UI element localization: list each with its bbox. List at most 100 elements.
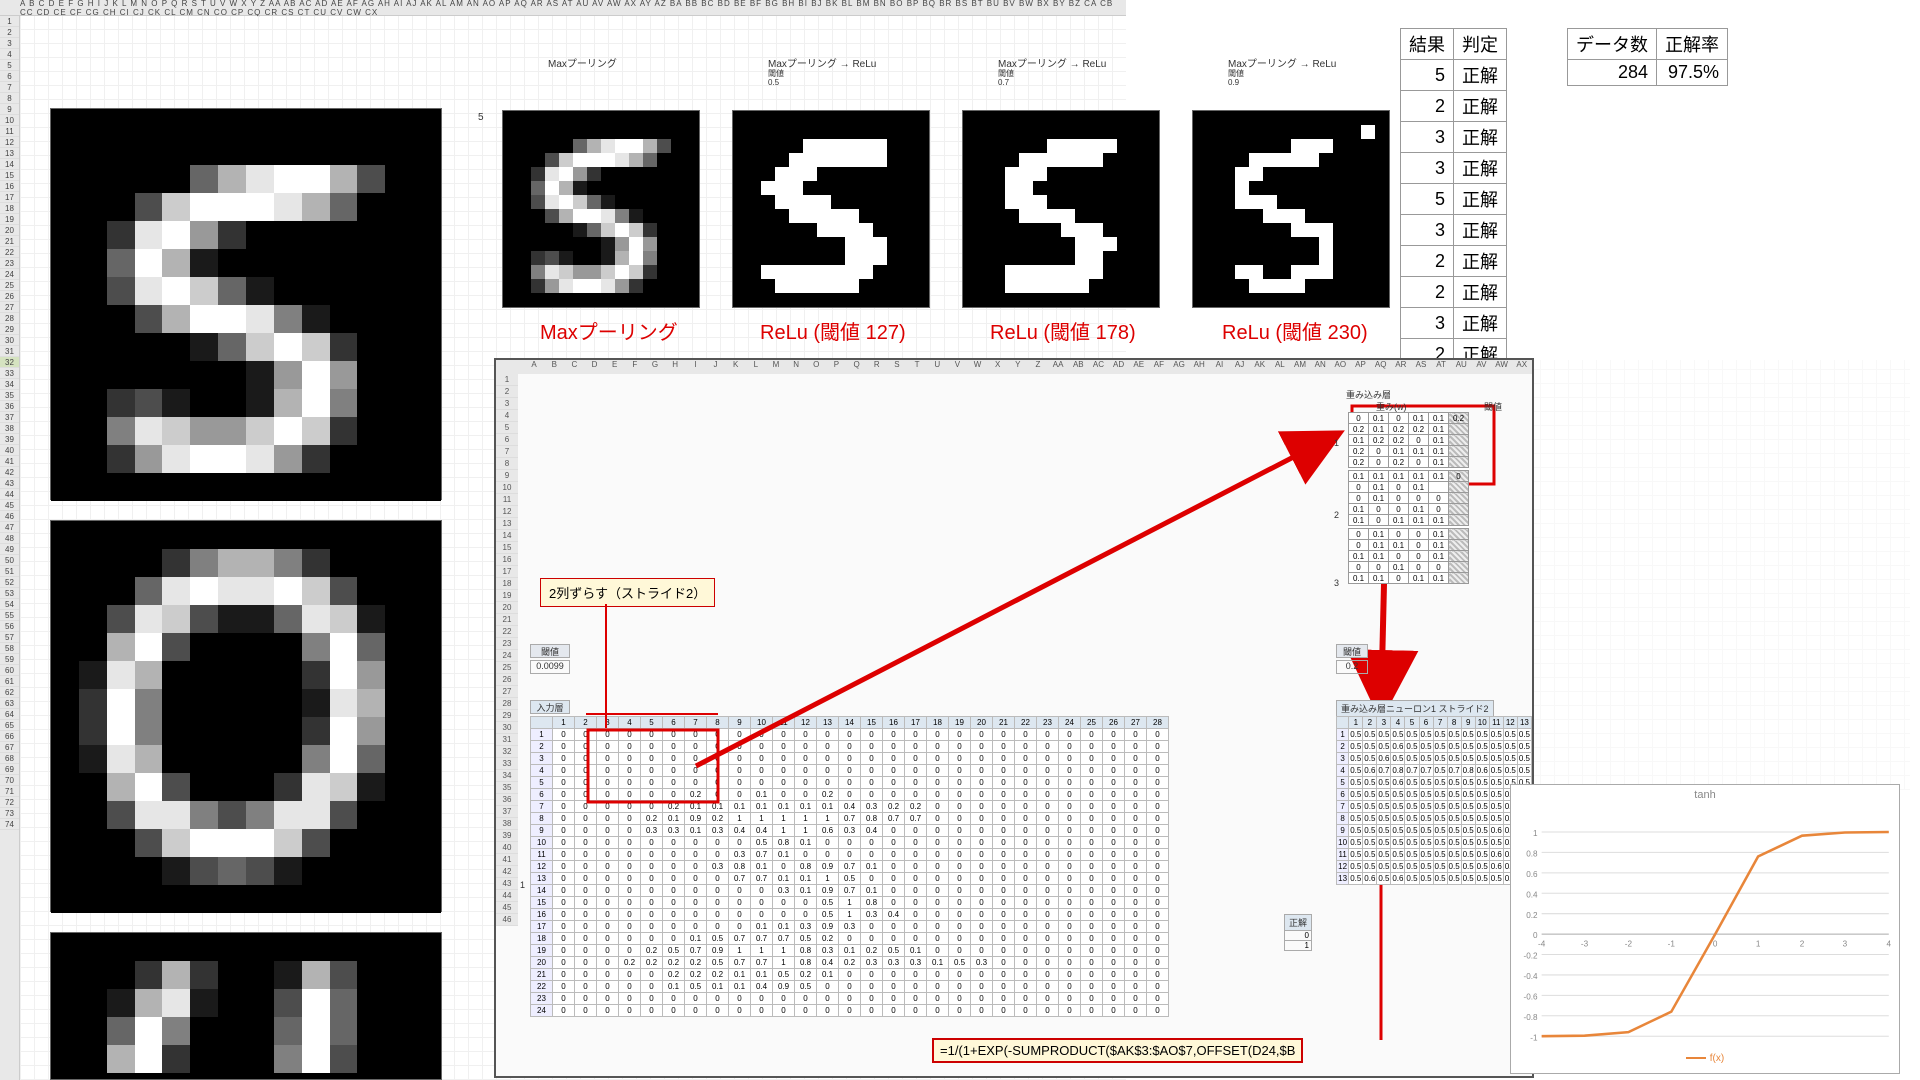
conv-cell[interactable]: 0.5 bbox=[1349, 789, 1363, 801]
input-cell[interactable]: 0 bbox=[707, 897, 729, 909]
input-cell[interactable]: 0 bbox=[1125, 885, 1147, 897]
row-number[interactable]: 7 bbox=[0, 82, 19, 93]
input-cell[interactable]: 0.7 bbox=[685, 945, 707, 957]
weight-cell[interactable]: 0.1 bbox=[1429, 471, 1449, 482]
input-cell[interactable]: 0 bbox=[619, 873, 641, 885]
input-cell[interactable]: 0 bbox=[1037, 885, 1059, 897]
weight-cell[interactable]: 0.1 bbox=[1389, 471, 1409, 482]
input-cell[interactable]: 0 bbox=[597, 909, 619, 921]
input-cell[interactable]: 0.1 bbox=[773, 849, 795, 861]
input-cell[interactable]: 0 bbox=[1147, 957, 1169, 969]
input-cell[interactable]: 0 bbox=[927, 981, 949, 993]
conv-cell[interactable]: 0.5 bbox=[1461, 837, 1475, 849]
conv-cell[interactable]: 0.5 bbox=[1475, 777, 1489, 789]
conv-cell[interactable]: 0.5 bbox=[1433, 729, 1447, 741]
input-cell[interactable]: 0 bbox=[905, 789, 927, 801]
input-cell[interactable]: 0 bbox=[1081, 777, 1103, 789]
input-cell[interactable]: 0 bbox=[993, 729, 1015, 741]
input-cell[interactable]: 0 bbox=[597, 945, 619, 957]
input-cell[interactable]: 0 bbox=[641, 753, 663, 765]
input-cell[interactable]: 0 bbox=[1147, 837, 1169, 849]
input-cell[interactable]: 0 bbox=[883, 1005, 905, 1017]
input-cell[interactable]: 0 bbox=[839, 993, 861, 1005]
input-cell[interactable]: 0 bbox=[619, 837, 641, 849]
weight-cell[interactable]: 0.1 bbox=[1389, 446, 1409, 457]
inner-row-number[interactable]: 21 bbox=[496, 614, 518, 626]
weight-cell[interactable] bbox=[1449, 515, 1469, 526]
row-number[interactable]: 2 bbox=[0, 27, 19, 38]
input-cell[interactable]: 0.5 bbox=[839, 873, 861, 885]
row-number[interactable]: 3 bbox=[0, 38, 19, 49]
input-cell[interactable]: 0 bbox=[993, 945, 1015, 957]
input-cell[interactable]: 0 bbox=[751, 885, 773, 897]
input-cell[interactable]: 0 bbox=[1081, 849, 1103, 861]
input-cell[interactable]: 0 bbox=[1059, 741, 1081, 753]
conv-cell[interactable]: 0.5 bbox=[1433, 765, 1447, 777]
input-cell[interactable]: 0 bbox=[685, 861, 707, 873]
input-cell[interactable]: 0 bbox=[1125, 741, 1147, 753]
conv-cell[interactable]: 0.5 bbox=[1503, 729, 1517, 741]
input-cell[interactable]: 0 bbox=[1125, 969, 1147, 981]
input-cell[interactable]: 0 bbox=[1037, 789, 1059, 801]
conv-cell[interactable]: 0.6 bbox=[1489, 861, 1503, 873]
conv-cell[interactable]: 0.8 bbox=[1391, 765, 1405, 777]
input-cell[interactable]: 0 bbox=[707, 1005, 729, 1017]
input-cell[interactable]: 0 bbox=[641, 765, 663, 777]
row-number[interactable]: 42 bbox=[0, 467, 19, 478]
weight-cell[interactable]: 0 bbox=[1389, 529, 1409, 540]
row-number[interactable]: 72 bbox=[0, 797, 19, 808]
conv-cell[interactable]: 0.5 bbox=[1419, 753, 1433, 765]
weight-cell[interactable]: 0.1 bbox=[1429, 540, 1449, 551]
row-number[interactable]: 71 bbox=[0, 786, 19, 797]
weight-cell[interactable]: 0.1 bbox=[1369, 493, 1389, 504]
inner-col-letter[interactable]: A bbox=[524, 360, 544, 374]
input-cell[interactable]: 0 bbox=[575, 729, 597, 741]
input-cell[interactable]: 0 bbox=[641, 777, 663, 789]
conv-cell[interactable]: 0.5 bbox=[1391, 849, 1405, 861]
row-number[interactable]: 50 bbox=[0, 555, 19, 566]
inner-row-number[interactable]: 17 bbox=[496, 566, 518, 578]
input-cell[interactable]: 0 bbox=[1059, 897, 1081, 909]
inner-col-letter[interactable]: AM bbox=[1290, 360, 1310, 374]
input-cell[interactable]: 0 bbox=[751, 777, 773, 789]
input-cell[interactable]: 0.2 bbox=[817, 789, 839, 801]
inner-row-number[interactable]: 14 bbox=[496, 530, 518, 542]
inner-col-letter[interactable]: X bbox=[988, 360, 1008, 374]
input-cell[interactable]: 0 bbox=[971, 909, 993, 921]
input-cell[interactable]: 0 bbox=[795, 1005, 817, 1017]
row-number[interactable]: 66 bbox=[0, 731, 19, 742]
input-cell[interactable]: 0 bbox=[905, 729, 927, 741]
input-cell[interactable]: 0 bbox=[575, 993, 597, 1005]
input-cell[interactable]: 0 bbox=[1103, 813, 1125, 825]
input-cell[interactable]: 0 bbox=[641, 969, 663, 981]
inner-row-number[interactable]: 1 bbox=[496, 374, 518, 386]
conv-cell[interactable]: 0.5 bbox=[1391, 837, 1405, 849]
weight-cell[interactable]: 0 bbox=[1369, 562, 1389, 573]
input-cell[interactable]: 0 bbox=[795, 741, 817, 753]
input-cell[interactable]: 0 bbox=[1103, 861, 1125, 873]
input-cell[interactable]: 0 bbox=[927, 777, 949, 789]
input-cell[interactable]: 0 bbox=[729, 753, 751, 765]
input-cell[interactable]: 0 bbox=[575, 861, 597, 873]
row-number[interactable]: 23 bbox=[0, 258, 19, 269]
input-cell[interactable]: 0 bbox=[1015, 1005, 1037, 1017]
weight-cell[interactable]: 0.1 bbox=[1429, 551, 1449, 562]
input-cell[interactable]: 0 bbox=[795, 897, 817, 909]
input-cell[interactable]: 0.3 bbox=[905, 957, 927, 969]
input-cell[interactable]: 0 bbox=[861, 789, 883, 801]
input-cell[interactable]: 0 bbox=[1125, 777, 1147, 789]
weight-cell[interactable]: 0.2 bbox=[1349, 457, 1369, 468]
input-cell[interactable]: 0 bbox=[949, 981, 971, 993]
inner-row-number[interactable]: 36 bbox=[496, 794, 518, 806]
input-cell[interactable]: 0 bbox=[663, 873, 685, 885]
input-cell[interactable]: 0.2 bbox=[685, 969, 707, 981]
inner-col-letter[interactable]: AT bbox=[1431, 360, 1451, 374]
weight-cell[interactable]: 0 bbox=[1389, 504, 1409, 515]
input-cell[interactable]: 0 bbox=[1081, 897, 1103, 909]
input-cell[interactable]: 0.2 bbox=[641, 957, 663, 969]
input-cell[interactable]: 0 bbox=[971, 1005, 993, 1017]
row-number[interactable]: 38 bbox=[0, 423, 19, 434]
inner-row-number[interactable]: 22 bbox=[496, 626, 518, 638]
conv-cell[interactable]: 0.5 bbox=[1489, 813, 1503, 825]
input-cell[interactable]: 0 bbox=[575, 885, 597, 897]
